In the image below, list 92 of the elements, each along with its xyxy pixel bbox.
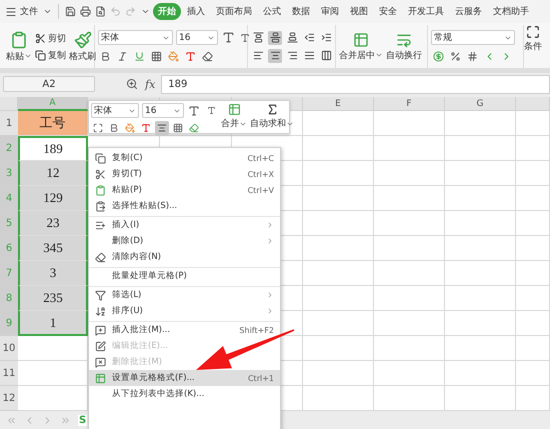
align-center-icon[interactable] (155, 121, 169, 135)
ribbon-tab[interactable]: 开发工具 (403, 3, 449, 20)
name-box[interactable]: A2 (3, 76, 95, 92)
formula-input[interactable]: 189 (161, 74, 550, 94)
frame-icon (526, 25, 540, 39)
menu-item[interactable]: 复制(C) Ctrl+C (89, 150, 280, 166)
align-center-icon[interactable] (268, 48, 282, 62)
copy-icon (93, 151, 107, 165)
table-icon (353, 32, 369, 48)
column-header[interactable]: F (374, 97, 445, 111)
row-header[interactable]: 12 (0, 386, 18, 411)
align-bottom-icon[interactable] (285, 30, 299, 44)
eraser-icon (93, 250, 107, 264)
table-cell[interactable]: 129 (18, 186, 88, 211)
cut-icon (93, 167, 107, 181)
save-icon[interactable] (63, 4, 77, 18)
menu-item[interactable]: 设置单元格格式(F)... Ctrl+1 (89, 370, 280, 386)
copy-button[interactable]: 复制 (35, 48, 66, 62)
font-name-select[interactable]: 宋体 (98, 30, 173, 45)
row-header[interactable]: 1 (0, 111, 18, 136)
edit-icon (93, 339, 107, 353)
merge-button[interactable]: 合并 (221, 103, 247, 131)
menu-item[interactable]: 清除内容(N) (89, 249, 280, 265)
menu-item[interactable]: 筛选(L) (89, 286, 280, 303)
paintbrush-icon (74, 30, 92, 48)
font-size-select[interactable]: 16 (176, 30, 218, 45)
comment-icon (93, 323, 107, 337)
table-icon (228, 103, 240, 116)
cut-button[interactable]: 剪切 (35, 32, 66, 44)
currency-icon[interactable] (431, 49, 445, 63)
print-icon[interactable] (78, 4, 92, 18)
ribbon-tab[interactable]: 安全 (374, 3, 402, 20)
number-format-select[interactable]: 常规 (431, 30, 515, 45)
increase-font-icon[interactable] (187, 104, 201, 118)
table-cell[interactable]: 345 (18, 236, 88, 261)
delete-comment-icon (93, 355, 107, 369)
ribbon-tab[interactable]: 页面布局 (211, 3, 257, 20)
menu-item[interactable]: 删除(D) (89, 233, 280, 249)
ribbon-tab[interactable]: 文档助手 (488, 3, 534, 20)
align-middle-icon[interactable] (268, 30, 282, 44)
ribbon-tab[interactable]: 云服务 (450, 3, 487, 20)
autosum-button[interactable]: 自动求和 (250, 103, 294, 131)
menu-item[interactable]: 插入(I) (89, 216, 280, 233)
table-icon (93, 371, 107, 385)
table-cell[interactable]: 189 (18, 136, 88, 161)
zoom-icon[interactable] (125, 77, 139, 91)
menu-item[interactable]: 批量处理单元格(P) (89, 267, 280, 284)
clipboard-icon (10, 30, 28, 48)
font-name-select[interactable]: 宋体 (91, 103, 139, 118)
ribbon-tab[interactable]: 视图 (345, 3, 373, 20)
filter-icon (93, 288, 107, 302)
conditional-format-button[interactable]: 条件 (524, 25, 542, 68)
column-header[interactable]: G (445, 97, 516, 111)
menu-item[interactable]: 从下拉列表中选择(K)... (89, 386, 280, 402)
fx-label: fx (145, 78, 156, 90)
align-distributed-icon[interactable] (319, 48, 333, 62)
caret-icon (375, 51, 383, 59)
table-cell[interactable]: 23 (18, 211, 88, 236)
increase-font-icon[interactable] (221, 30, 235, 44)
menu-item[interactable]: 粘贴(P) Ctrl+V (89, 182, 280, 198)
ribbon-tab[interactable]: 插入 (182, 3, 210, 20)
copy-icon (35, 50, 46, 60)
merge-center-button[interactable]: 合并居中 (339, 32, 383, 62)
row-header[interactable]: 10 (0, 336, 18, 361)
align-top-icon[interactable] (251, 30, 265, 44)
eraser-icon[interactable] (187, 121, 201, 135)
border-icon[interactable] (149, 49, 163, 63)
menu-item[interactable]: 剪切(T) Ctrl+X (89, 166, 280, 182)
row-header[interactable]: 11 (0, 361, 18, 386)
scissors-icon (35, 32, 46, 44)
column-header[interactable]: E (303, 97, 374, 111)
table-cell[interactable]: 1 (18, 311, 88, 336)
ribbon-tab[interactable]: 公式 (258, 3, 286, 20)
fit-icon[interactable] (91, 121, 105, 135)
wrap-text-icon (396, 32, 412, 48)
ribbon-tab[interactable]: 审阅 (316, 3, 344, 20)
file-menu[interactable]: 文件 (20, 5, 38, 18)
table-cell[interactable]: 235 (18, 286, 88, 311)
ribbon-tab[interactable]: 数据 (287, 3, 315, 20)
paste-button[interactable]: 粘贴 (6, 30, 32, 62)
sigma-icon (266, 103, 278, 116)
format-painter-button[interactable]: 格式刷 (69, 30, 96, 62)
wrap-text-button[interactable]: 自动换行 (386, 32, 422, 62)
table-cell[interactable]: 12 (18, 161, 88, 186)
table-cell[interactable]: 3 (18, 261, 88, 286)
table-cell[interactable]: 工号 (18, 111, 88, 136)
border-icon[interactable] (171, 121, 185, 135)
caret-icon (24, 52, 32, 60)
menu-item[interactable]: 排序(U) (89, 303, 280, 319)
font-size-select[interactable]: 16 (142, 103, 184, 118)
eraser-icon[interactable] (200, 49, 214, 63)
menu-item[interactable]: 选择性粘贴(S)... (89, 198, 280, 214)
